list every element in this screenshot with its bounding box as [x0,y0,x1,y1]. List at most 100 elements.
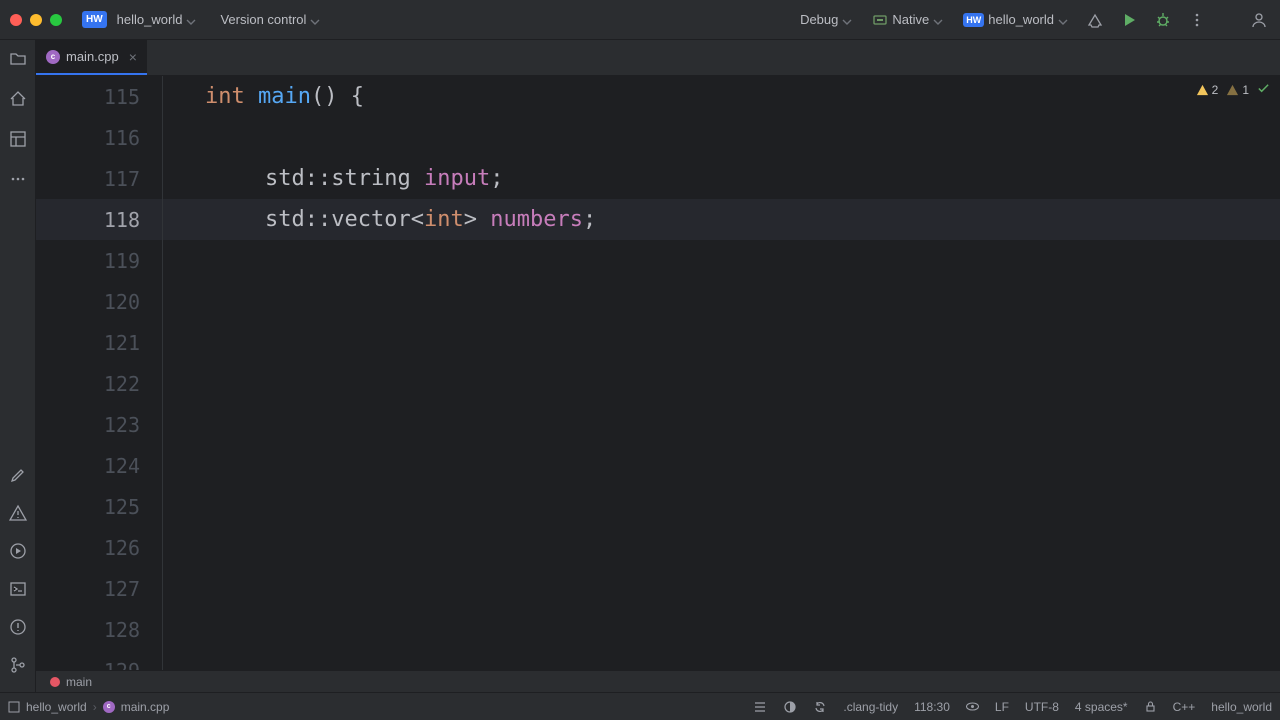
theme-toggle[interactable] [783,700,797,714]
maximize-window-button[interactable] [50,14,62,26]
line-number[interactable]: 120 [36,290,162,314]
code-line[interactable]: 117std::string input; [36,158,1280,199]
chevron-down-icon [186,15,196,25]
project-badge-icon: HW [82,11,107,28]
code-editor[interactable]: 115int main() {116117std::string input;1… [36,76,1280,670]
bookmarks-tool-button[interactable] [9,90,27,108]
native-selector[interactable]: Native [868,8,947,32]
warning-count: 2 [1212,83,1219,97]
code-line[interactable]: 115int main() { [36,76,1280,117]
vcs-tool-button[interactable] [9,656,27,674]
close-window-button[interactable] [10,14,22,26]
line-number[interactable]: 126 [36,536,162,560]
notifications-tool-button[interactable] [9,618,27,636]
code-line[interactable]: 116 [36,117,1280,158]
line-number[interactable]: 128 [36,618,162,642]
line-number[interactable]: 115 [36,85,162,109]
indent-settings[interactable]: 4 spaces* [1075,700,1128,714]
cpp-file-icon: c [46,50,60,64]
module-icon [8,701,20,713]
code-line[interactable]: 128 [36,609,1280,650]
problems-tool-button[interactable] [9,504,27,522]
chevron-down-icon [310,15,320,25]
line-separator[interactable]: LF [995,700,1009,714]
terminal-tool-button[interactable] [9,580,27,598]
project-tool-button[interactable] [9,50,27,68]
cmake-target[interactable]: hello_world [1211,700,1272,714]
line-number[interactable]: 127 [36,577,162,601]
chevron-down-icon [842,15,852,25]
sync-button[interactable] [813,700,827,714]
window-controls [10,14,62,26]
code-content[interactable]: int main() { [163,84,364,109]
code-line[interactable]: 129 [36,650,1280,670]
more-tools-button[interactable] [9,170,27,188]
line-number[interactable]: 123 [36,413,162,437]
code-content[interactable]: std::string input; [163,166,503,191]
project-selector[interactable]: HW hello_world [78,7,200,32]
more-actions-button[interactable] [1186,9,1208,31]
code-line[interactable]: 119 [36,240,1280,281]
run-button[interactable] [1118,9,1140,31]
language-mode[interactable]: C++ [1173,700,1196,714]
nav-breadcrumb[interactable]: hello_world › c main.cpp [8,700,169,714]
line-number[interactable]: 117 [36,167,162,191]
weak-warning-count: 1 [1242,83,1249,97]
tab-main-cpp[interactable]: c main.cpp × [36,40,147,75]
code-line[interactable]: 121 [36,322,1280,363]
version-control-label: Version control [220,12,306,27]
minimize-window-button[interactable] [30,14,42,26]
debug-button[interactable] [1152,9,1174,31]
code-line[interactable]: 124 [36,445,1280,486]
chevron-right-icon: › [93,700,97,714]
line-number[interactable]: 122 [36,372,162,396]
breadcrumb-project: hello_world [26,700,87,714]
titlebar: HW hello_world Version control Debug Nat… [0,0,1280,40]
line-number[interactable]: 118 [36,208,162,232]
version-control-menu[interactable]: Version control [216,8,324,31]
line-number[interactable]: 116 [36,126,162,150]
crumb-function: main [66,675,92,689]
breadcrumb-file: main.cpp [121,700,170,714]
left-tool-rail [0,40,36,692]
line-number[interactable]: 124 [36,454,162,478]
line-number[interactable]: 129 [36,659,162,671]
run-config-label: hello_world [988,12,1054,27]
line-number[interactable]: 119 [36,249,162,273]
readonly-toggle[interactable] [966,700,979,713]
code-line[interactable]: 126 [36,527,1280,568]
function-breadcrumb[interactable]: main [36,670,1280,692]
clang-tidy-status[interactable]: .clang-tidy [843,700,898,714]
code-line[interactable]: 120 [36,281,1280,322]
native-label: Native [892,12,929,27]
line-number[interactable]: 121 [36,331,162,355]
editor-tabs: c main.cpp × [36,40,1280,76]
inspection-summary[interactable]: 2 1 [1196,82,1270,98]
line-number[interactable]: 125 [36,495,162,519]
indent-guides-toggle[interactable] [753,700,767,714]
code-line[interactable]: 118std::vector<int> numbers; [36,199,1280,240]
debug-config-selector[interactable]: Debug [796,8,856,31]
lock-icon[interactable] [1144,700,1157,713]
tab-label: main.cpp [66,49,119,64]
structure-tool-button[interactable] [9,130,27,148]
file-encoding[interactable]: UTF-8 [1025,700,1059,714]
target-icon [872,12,888,28]
build-button[interactable] [1084,9,1106,31]
chevron-down-icon [933,15,943,25]
account-button[interactable] [1248,9,1270,31]
status-bar: hello_world › c main.cpp .clang-tidy 118… [0,692,1280,720]
caret-position[interactable]: 118:30 [914,700,950,714]
code-line[interactable]: 123 [36,404,1280,445]
code-line[interactable]: 127 [36,568,1280,609]
close-tab-button[interactable]: × [129,49,137,65]
run-config-selector[interactable]: HW hello_world [959,8,1072,31]
services-tool-button[interactable] [9,542,27,560]
code-line[interactable]: 125 [36,486,1280,527]
code-content[interactable]: std::vector<int> numbers; [163,207,596,232]
project-name: hello_world [117,12,183,27]
run-config-icon: HW [963,13,984,27]
brush-tool-button[interactable] [9,466,27,484]
code-line[interactable]: 122 [36,363,1280,404]
weak-warning-indicator: 1 [1226,83,1249,97]
